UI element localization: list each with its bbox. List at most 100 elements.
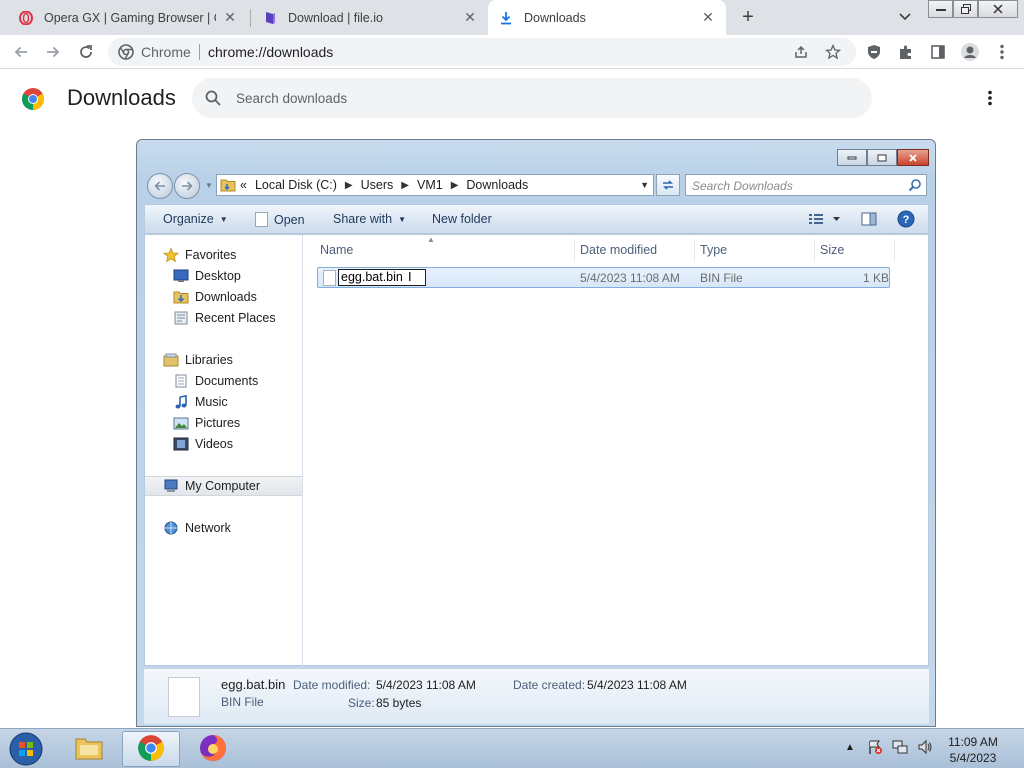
breadcrumb-overflow[interactable]: « [240,178,247,192]
action-center-flag-icon[interactable] [867,739,883,755]
chrome-logo-icon [21,87,45,111]
pictures-icon [173,416,189,430]
chevron-right-icon[interactable]: ▶ [451,180,459,191]
address-bar[interactable]: Chrome chrome://downloads [108,38,856,66]
nav-music[interactable]: Music [145,392,302,412]
window-caption-buttons [837,149,929,166]
forward-button[interactable] [174,173,200,199]
restore-button[interactable] [953,0,978,18]
column-header-type[interactable]: Type [700,239,727,261]
new-tab-button[interactable]: + [737,6,759,28]
column-divider[interactable] [694,239,695,261]
minimize-button[interactable] [837,149,867,166]
taskbar-explorer-button[interactable] [60,731,118,767]
side-panel-icon[interactable] [926,40,950,64]
close-icon[interactable]: ✕ [462,9,478,26]
breadcrumb-local-disk[interactable]: Local Disk (C:) [255,178,337,192]
nav-videos[interactable]: Videos [145,434,302,454]
network-icon [163,521,179,535]
file-row[interactable]: egg.bat.bin I 5/4/2023 11:08 AM BIN File… [317,267,890,288]
share-icon[interactable] [790,41,812,63]
taskbar-chrome-button[interactable] [122,731,180,767]
share-with-button[interactable]: Share with ▼ [333,212,406,226]
navigation-pane: Favorites Desktop Downloads Recent Place… [145,235,303,667]
extensions-puzzle-icon[interactable] [894,40,918,64]
tab-title: Downloads [524,10,586,25]
bookmark-star-icon[interactable] [822,41,844,63]
column-divider[interactable] [574,239,575,261]
column-header-size[interactable]: Size [820,239,844,261]
file-icon [323,270,336,286]
maximize-button[interactable] [867,149,897,166]
column-header-name[interactable]: Name [320,239,353,261]
column-divider[interactable] [894,239,895,261]
back-button[interactable] [147,173,173,199]
address-dropdown-icon[interactable]: ▼ [640,180,649,190]
chevron-right-icon[interactable]: ▶ [401,180,409,191]
profile-avatar-icon[interactable] [958,40,982,64]
nav-label: Favorites [185,248,237,262]
search-downloads-box[interactable] [192,78,872,118]
system-clock[interactable]: 11:09 AM 5/4/2023 [938,734,1008,766]
network-icon[interactable] [892,739,908,755]
nav-documents[interactable]: Documents [145,371,302,391]
chevron-down-icon: ▼ [398,214,406,224]
close-window-button[interactable] [897,149,929,166]
nav-libraries[interactable]: Libraries [145,350,302,370]
view-options-icon[interactable] [808,212,824,226]
url-text[interactable]: chrome://downloads [208,44,333,60]
nav-network[interactable]: Network [145,518,302,538]
volume-icon[interactable] [917,739,933,755]
search-icon[interactable] [908,178,922,192]
column-header-date-modified[interactable]: Date modified [580,239,657,261]
sort-ascending-icon: ▲ [427,235,435,244]
start-button[interactable] [7,731,45,767]
nav-pictures[interactable]: Pictures [145,413,302,433]
reload-button[interactable] [74,40,98,64]
forward-button[interactable] [41,40,65,64]
back-button[interactable] [9,40,33,64]
tab-downloads[interactable]: Downloads ✕ [488,0,726,35]
date-created-label: Date created: [513,678,586,692]
address-breadcrumb-bar[interactable]: « Local Disk (C:) ▶ Users ▶ VM1 ▶ Downlo… [216,174,654,196]
close-window-button[interactable] [978,0,1018,18]
nav-favorites[interactable]: Favorites [145,245,302,265]
search-input[interactable] [236,88,836,108]
organize-button[interactable]: Organize ▼ [163,212,228,226]
help-icon[interactable]: ? [897,210,915,228]
chevron-down-icon[interactable] [895,8,915,26]
breadcrumb-users[interactable]: Users [361,178,394,192]
column-divider[interactable] [814,239,815,261]
shield-extension-icon[interactable] [862,40,886,64]
new-folder-button[interactable]: New folder [432,212,492,226]
firefox-icon [198,733,228,766]
breadcrumb-downloads[interactable]: Downloads [466,178,528,192]
show-hidden-icons-arrow-icon[interactable]: ▲ [842,739,858,755]
search-folder-box[interactable] [685,174,927,196]
nav-my-computer[interactable]: My Computer [145,476,302,496]
preview-pane-icon[interactable] [861,212,877,226]
tab-fileio[interactable]: Download | file.io ✕ [252,0,488,35]
open-button[interactable]: Open [255,212,305,227]
nav-recent-places[interactable]: Recent Places [145,308,302,328]
more-options-icon[interactable] [980,88,1000,108]
chevron-right-icon[interactable]: ▶ [345,180,353,191]
tab-opera[interactable]: Opera GX | Gaming Browser | Opera ✕ [8,0,248,35]
browser-menu-icon[interactable] [990,40,1014,64]
minimize-button[interactable] [928,0,953,18]
nav-desktop[interactable]: Desktop [145,266,302,286]
refresh-button[interactable] [656,174,680,196]
details-file-type: BIN File [221,695,264,709]
recent-pages-dropdown-icon[interactable]: ▼ [205,181,213,191]
chevron-down-icon[interactable] [832,212,842,226]
music-icon [173,395,189,409]
nav-downloads[interactable]: Downloads [145,287,302,307]
close-icon[interactable]: ✕ [222,9,238,26]
nav-label: Libraries [185,353,233,367]
search-input[interactable] [692,178,902,193]
taskbar-firefox-button[interactable] [184,731,242,767]
close-icon[interactable]: ✕ [700,9,716,26]
nav-label: Pictures [195,416,241,430]
breadcrumb-vm1[interactable]: VM1 [417,178,443,192]
svg-text:?: ? [903,214,910,226]
